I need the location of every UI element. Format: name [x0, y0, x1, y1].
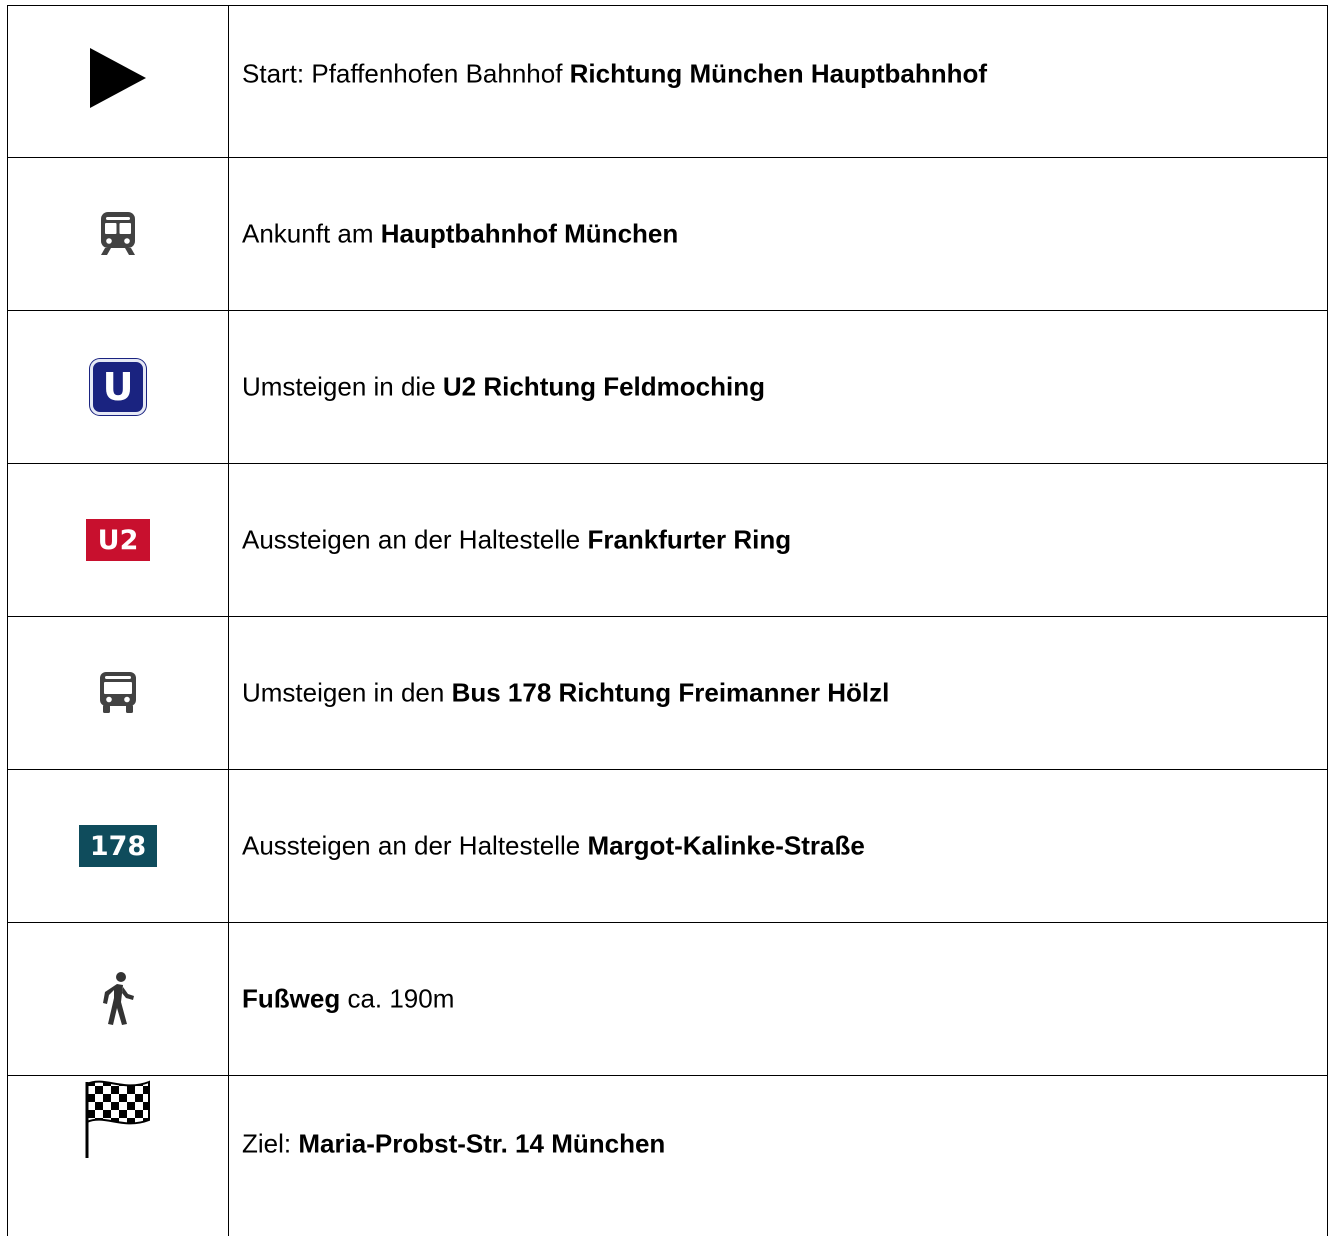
bus-icon — [99, 672, 137, 714]
walking-person-icon — [101, 972, 135, 1026]
route-step-transfer-ubahn: U Umsteigen in die U2 Richtung Feldmochi… — [7, 310, 1328, 464]
step-text-bold: U2 Richtung Feldmoching — [442, 371, 765, 402]
step-text-plain: Ankunft am — [242, 218, 381, 249]
icon-cell: 178 — [7, 769, 229, 923]
step-text-bold: Maria-Probst-Str. 14 München — [298, 1128, 666, 1159]
step-text: Umsteigen in den Bus 178 Richtung Freima… — [228, 616, 1328, 770]
icon-cell — [7, 5, 229, 158]
step-text: Fußweg ca. 190m — [228, 922, 1328, 1076]
ubahn-icon: U — [90, 359, 146, 415]
icon-cell — [7, 1075, 229, 1236]
step-text-bold: Hauptbahnhof München — [380, 218, 679, 249]
step-text: Umsteigen in die U2 Richtung Feldmoching — [228, 310, 1328, 464]
step-text-plain: ca. 190m — [340, 983, 455, 1014]
step-text: Aussteigen an der Haltestelle Frankfurte… — [228, 463, 1328, 617]
route-step-arrival: Ankunft am Hauptbahnhof München — [7, 157, 1328, 311]
icon-cell: U2 — [7, 463, 229, 617]
step-text-plain: Umsteigen in die — [242, 371, 443, 402]
line-badge-icon: U2 — [86, 519, 150, 561]
icon-cell — [7, 922, 229, 1076]
step-text: Ziel: Maria-Probst-Str. 14 München — [228, 1075, 1328, 1236]
icon-cell — [7, 157, 229, 311]
line-badge-icon: 178 — [79, 825, 157, 867]
route-step-start: Start: Pfaffenhofen Bahnhof Richtung Mün… — [7, 5, 1328, 158]
line-badge-label: 178 — [89, 830, 147, 862]
step-text-plain: Aussteigen an der Haltestelle — [242, 524, 588, 555]
step-text-plain: Start: Pfaffenhofen Bahnhof — [242, 58, 570, 89]
icon-cell — [7, 616, 229, 770]
ubahn-icon-label: U — [102, 365, 134, 409]
step-text-plain: Ziel: — [242, 1128, 299, 1159]
route-step-exit-bus: 178 Aussteigen an der Haltestelle Margot… — [7, 769, 1328, 923]
play-triangle-icon — [90, 48, 146, 108]
step-text: Aussteigen an der Haltestelle Margot-Kal… — [228, 769, 1328, 923]
step-text: Start: Pfaffenhofen Bahnhof Richtung Mün… — [228, 5, 1328, 158]
route-directions-table: Start: Pfaffenhofen Bahnhof Richtung Mün… — [7, 5, 1328, 1236]
step-text-bold: Fußweg — [242, 983, 341, 1014]
icon-cell: U — [7, 310, 229, 464]
checkered-flag-icon — [83, 1078, 153, 1158]
route-step-walk: Fußweg ca. 190m — [7, 922, 1328, 1076]
route-step-transfer-bus: Umsteigen in den Bus 178 Richtung Freima… — [7, 616, 1328, 770]
step-text-bold: Margot-Kalinke-Straße — [587, 830, 865, 861]
step-text-plain: Umsteigen in den — [242, 677, 452, 708]
route-step-destination: Ziel: Maria-Probst-Str. 14 München — [7, 1075, 1328, 1236]
step-text-bold: Frankfurter Ring — [587, 524, 792, 555]
step-text-bold: Bus 178 Richtung Freimanner Hölzl — [451, 677, 890, 708]
train-icon — [99, 212, 137, 256]
route-step-exit-u2: U2 Aussteigen an der Haltestelle Frankfu… — [7, 463, 1328, 617]
line-badge-label: U2 — [97, 524, 139, 556]
step-text-bold: Richtung München Hauptbahnhof — [569, 58, 988, 89]
step-text-plain: Aussteigen an der Haltestelle — [242, 830, 588, 861]
step-text: Ankunft am Hauptbahnhof München — [228, 157, 1328, 311]
